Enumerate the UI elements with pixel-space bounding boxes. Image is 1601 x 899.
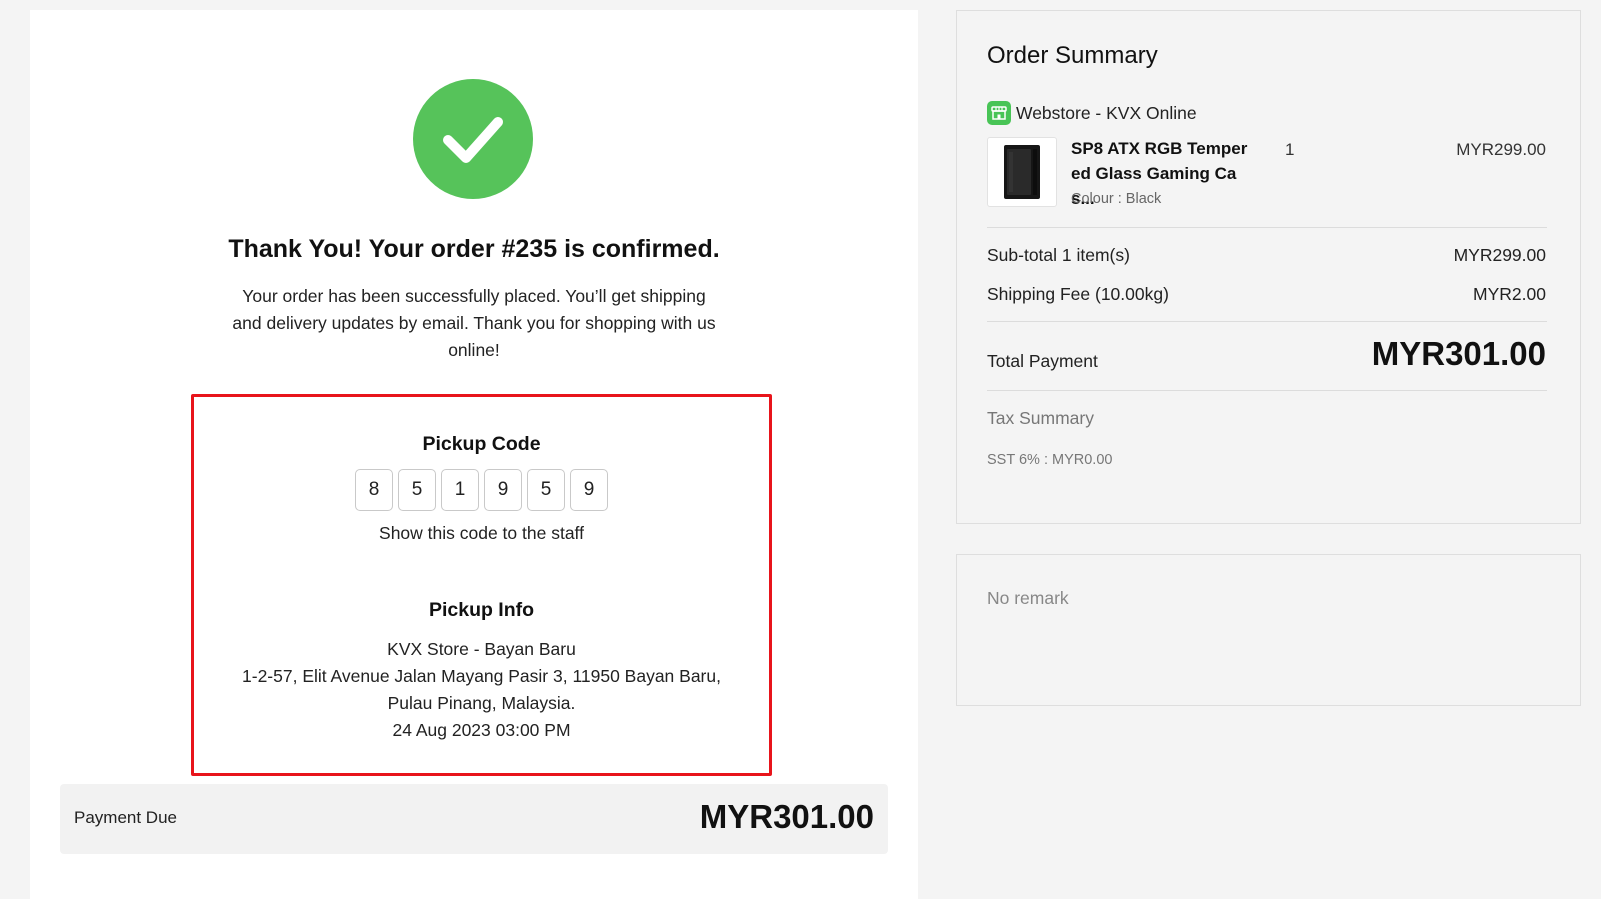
shipping-fee-value: MYR2.00 xyxy=(1473,284,1546,304)
pickup-code-digit: 9 xyxy=(570,469,608,511)
subtotal-label: Sub-total 1 item(s) xyxy=(987,245,1130,265)
pickup-datetime: 24 Aug 2023 03:00 PM xyxy=(392,720,571,740)
remark-panel: No remark xyxy=(956,554,1581,706)
divider xyxy=(987,390,1547,391)
product-variant: Colour : Black xyxy=(1071,191,1162,207)
pickup-code-digits: 8 5 1 9 5 9 xyxy=(194,469,769,511)
subtotal-value: MYR299.00 xyxy=(1453,245,1546,265)
confirmation-message: Your order has been successfully placed.… xyxy=(232,286,716,360)
product-price: MYR299.00 xyxy=(1456,140,1546,159)
store-name: Webstore - KVX Online xyxy=(1016,102,1197,123)
total-payment-label: Total Payment xyxy=(987,351,1098,371)
product-thumbnail[interactable] xyxy=(987,137,1057,207)
store-row: Webstore - KVX Online xyxy=(987,101,1197,125)
order-summary-title: Order Summary xyxy=(987,42,1158,69)
pickup-address-line1: 1-2-57, Elit Avenue Jalan Mayang Pasir 3… xyxy=(242,666,721,686)
store-icon xyxy=(987,101,1011,125)
pickup-code-title: Pickup Code xyxy=(422,433,541,455)
pickup-address-line2: Pulau Pinang, Malaysia. xyxy=(387,693,576,713)
check-circle-icon xyxy=(413,79,533,199)
payment-due-bar: Payment Due MYR301.00 xyxy=(60,784,888,854)
remark-text: No remark xyxy=(987,588,1069,608)
pickup-store-name: KVX Store - Bayan Baru xyxy=(387,639,576,659)
confirmation-title: Thank You! Your order #235 is confirmed. xyxy=(228,235,720,263)
pickup-code-digit: 5 xyxy=(398,469,436,511)
payment-due-label: Payment Due xyxy=(74,808,177,827)
shipping-fee-label: Shipping Fee (10.00kg) xyxy=(987,284,1169,304)
divider xyxy=(987,321,1547,322)
order-confirmation-panel: Thank You! Your order #235 is confirmed.… xyxy=(30,10,918,899)
pc-case-image xyxy=(1004,145,1040,199)
tax-summary-title: Tax Summary xyxy=(987,408,1094,428)
pickup-code-digit: 5 xyxy=(527,469,565,511)
order-summary-panel: Order Summary Webstore - KVX Online SP8 … xyxy=(956,10,1581,524)
divider xyxy=(987,227,1547,228)
pickup-code-hint: Show this code to the staff xyxy=(379,523,584,543)
total-payment-value: MYR301.00 xyxy=(1371,335,1546,372)
pickup-code-digit: 9 xyxy=(484,469,522,511)
pickup-info-title: Pickup Info xyxy=(428,599,535,621)
pickup-code-digit: 1 xyxy=(441,469,479,511)
product-quantity: 1 xyxy=(1285,140,1295,159)
payment-due-amount: MYR301.00 xyxy=(699,798,874,835)
pickup-details-box: Pickup Code 8 5 1 9 5 9 Show this code t… xyxy=(191,394,772,776)
tax-summary-line: SST 6% : MYR0.00 xyxy=(987,452,1113,468)
pickup-info: KVX Store - Bayan Baru 1-2-57, Elit Aven… xyxy=(194,636,769,744)
pickup-code-digit: 8 xyxy=(355,469,393,511)
